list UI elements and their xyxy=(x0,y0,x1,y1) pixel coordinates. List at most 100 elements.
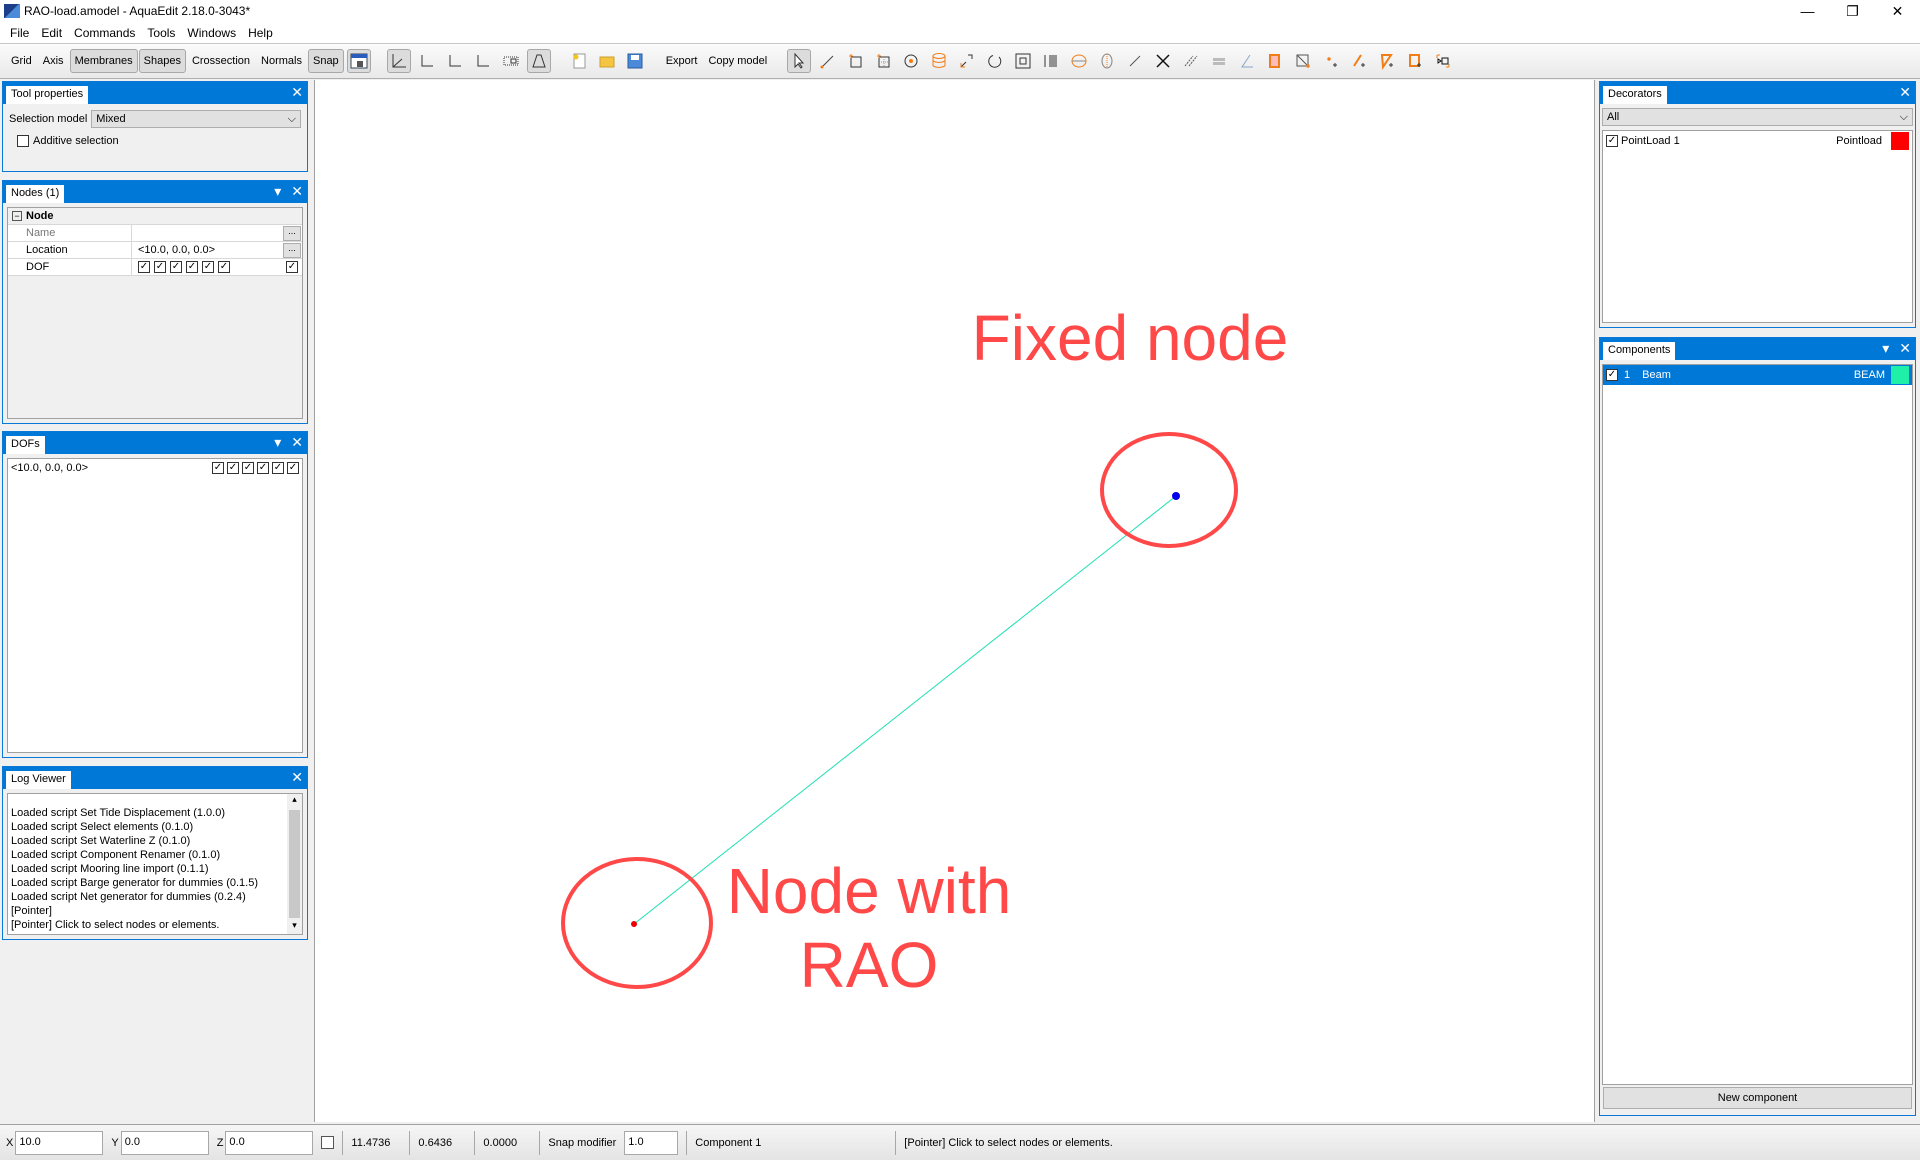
parallel-icon[interactable] xyxy=(1179,49,1203,73)
pointer-tool-icon[interactable] xyxy=(787,49,812,73)
close-icon[interactable]: ✕ xyxy=(291,84,303,101)
copy-model-button[interactable]: Copy model xyxy=(703,49,772,73)
menu-edit[interactable]: Edit xyxy=(35,26,68,40)
dof-checkbox-2[interactable]: ✓ xyxy=(154,261,166,273)
x-coordinate-input[interactable]: 10.0 xyxy=(15,1130,104,1155)
dof-checkbox-5[interactable]: ✓ xyxy=(202,261,214,273)
dof-item-checkbox-3[interactable]: ✓ xyxy=(242,462,254,474)
scale-icon[interactable] xyxy=(955,49,979,73)
view-yx-icon[interactable] xyxy=(415,49,439,73)
dof-checkbox-4[interactable]: ✓ xyxy=(186,261,198,273)
dof-checkbox-3[interactable]: ✓ xyxy=(170,261,182,273)
location-value[interactable]: <10.0, 0.0, 0.0> xyxy=(132,244,283,256)
add-mesh-icon[interactable] xyxy=(871,49,895,73)
rotate-icon[interactable] xyxy=(983,49,1007,73)
close-icon[interactable]: ✕ xyxy=(291,769,303,786)
cylinder-icon[interactable] xyxy=(927,49,951,73)
add-triangle-icon[interactable] xyxy=(1375,49,1399,73)
decorator-checkbox[interactable]: ✓ xyxy=(1606,135,1618,147)
dof-list-item[interactable]: <10.0, 0.0, 0.0> ✓ ✓ ✓ ✓ ✓ ✓ xyxy=(8,459,302,477)
toggle-snap[interactable]: Snap xyxy=(307,49,344,73)
snap-modifier-input[interactable]: 1.0 xyxy=(624,1130,679,1155)
new-file-icon[interactable] xyxy=(567,49,591,73)
rao-node[interactable] xyxy=(631,921,637,927)
decorator-filter-select[interactable]: All ⌵ xyxy=(1602,108,1913,126)
perspective-icon[interactable] xyxy=(526,49,551,73)
dof-item-checkbox-5[interactable]: ✓ xyxy=(272,462,284,474)
relative-coords-checkbox[interactable] xyxy=(321,1136,335,1149)
view-zy-icon[interactable] xyxy=(471,49,495,73)
dropdown-icon[interactable]: ▾ xyxy=(274,434,281,451)
node-group-header[interactable]: − Node xyxy=(8,208,302,225)
toggle-membranes[interactable]: Membranes xyxy=(69,49,138,73)
lock-view-icon[interactable] xyxy=(346,49,371,73)
menu-help[interactable]: Help xyxy=(242,26,279,40)
dof-item-checkbox-2[interactable]: ✓ xyxy=(227,462,239,474)
dof-item-checkbox-6[interactable]: ✓ xyxy=(287,462,299,474)
add-rect-icon[interactable] xyxy=(843,49,867,73)
menu-windows[interactable]: Windows xyxy=(181,26,242,40)
close-icon[interactable]: ✕ xyxy=(1899,84,1911,101)
log-scrollbar[interactable]: ▴ ▾ xyxy=(287,794,302,934)
view-iso-icon[interactable] xyxy=(386,49,411,73)
add-circle-icon[interactable] xyxy=(899,49,923,73)
scroll-down-icon[interactable]: ▾ xyxy=(287,920,302,934)
restore-button[interactable]: ❐ xyxy=(1830,0,1875,22)
fixed-node[interactable] xyxy=(1172,492,1180,500)
open-folder-icon[interactable] xyxy=(595,49,619,73)
angle-icon[interactable] xyxy=(1235,49,1259,73)
toggle-crossection[interactable]: Crossection xyxy=(187,49,255,73)
stack-icon[interactable] xyxy=(1207,49,1231,73)
add-quad-icon[interactable] xyxy=(1403,49,1427,73)
close-button[interactable]: ✕ xyxy=(1875,0,1920,22)
array-icon[interactable] xyxy=(1039,49,1063,73)
dropdown-icon[interactable]: ▾ xyxy=(1882,340,1889,357)
collapse-icon[interactable]: − xyxy=(12,211,22,221)
fit-view-icon[interactable] xyxy=(1011,49,1035,73)
export-button[interactable]: Export xyxy=(661,49,703,73)
add-panel-icon[interactable] xyxy=(1263,49,1287,73)
close-icon[interactable]: ✕ xyxy=(291,183,303,200)
add-line-icon[interactable] xyxy=(815,49,839,73)
minimize-button[interactable]: — xyxy=(1785,0,1830,22)
dof-all-checkbox[interactable]: ✓ xyxy=(286,261,298,273)
dof-checkbox-1[interactable]: ✓ xyxy=(138,261,150,273)
component-color-swatch[interactable] xyxy=(1891,366,1909,384)
diag-panel-icon[interactable] xyxy=(1291,49,1315,73)
toggle-normals[interactable]: Normals xyxy=(256,49,307,73)
save-icon[interactable] xyxy=(623,49,647,73)
add-beam-icon[interactable] xyxy=(1347,49,1371,73)
menu-tools[interactable]: Tools xyxy=(141,26,181,40)
y-coordinate-input[interactable]: 0.0 xyxy=(120,1130,209,1155)
dof-item-checkbox-1[interactable]: ✓ xyxy=(212,462,224,474)
intersect-icon[interactable] xyxy=(1151,49,1175,73)
view-zx-icon[interactable] xyxy=(443,49,467,73)
decorator-color-swatch[interactable] xyxy=(1891,132,1909,150)
additive-selection-checkbox[interactable] xyxy=(17,135,29,147)
toggle-grid[interactable]: Grid xyxy=(6,49,37,73)
component-item[interactable]: ✓ 1 Beam BEAM xyxy=(1603,365,1912,385)
dof-checkbox-6[interactable]: ✓ xyxy=(218,261,230,273)
menu-commands[interactable]: Commands xyxy=(68,26,141,40)
toggle-axis[interactable]: Axis xyxy=(38,49,69,73)
selection-model-select[interactable]: Mixed ⌵ xyxy=(91,110,301,128)
close-icon[interactable]: ✕ xyxy=(291,434,303,451)
dropdown-icon[interactable]: ▾ xyxy=(274,183,281,200)
name-edit-button[interactable]: ... xyxy=(283,225,301,241)
component-checkbox[interactable]: ✓ xyxy=(1606,369,1618,381)
add-node-icon[interactable] xyxy=(1319,49,1343,73)
model-viewport[interactable]: Fixed node Node with RAO xyxy=(314,80,1595,1122)
menu-file[interactable]: File xyxy=(4,26,35,40)
split-cylinder-icon[interactable] xyxy=(1067,49,1091,73)
scroll-up-icon[interactable]: ▴ xyxy=(287,794,302,808)
dof-item-checkbox-4[interactable]: ✓ xyxy=(257,462,269,474)
split-plane-icon[interactable] xyxy=(1095,49,1119,73)
toggle-shapes[interactable]: Shapes xyxy=(138,49,186,73)
zoom-extents-icon[interactable] xyxy=(499,49,523,73)
scroll-thumb[interactable] xyxy=(289,810,300,918)
new-component-button[interactable]: New component xyxy=(1603,1087,1912,1109)
location-edit-button[interactable]: ... xyxy=(283,242,301,258)
select-region-icon[interactable] xyxy=(1431,49,1455,73)
decorator-item[interactable]: ✓ PointLoad 1 Pointload xyxy=(1603,131,1912,151)
close-icon[interactable]: ✕ xyxy=(1899,340,1911,357)
